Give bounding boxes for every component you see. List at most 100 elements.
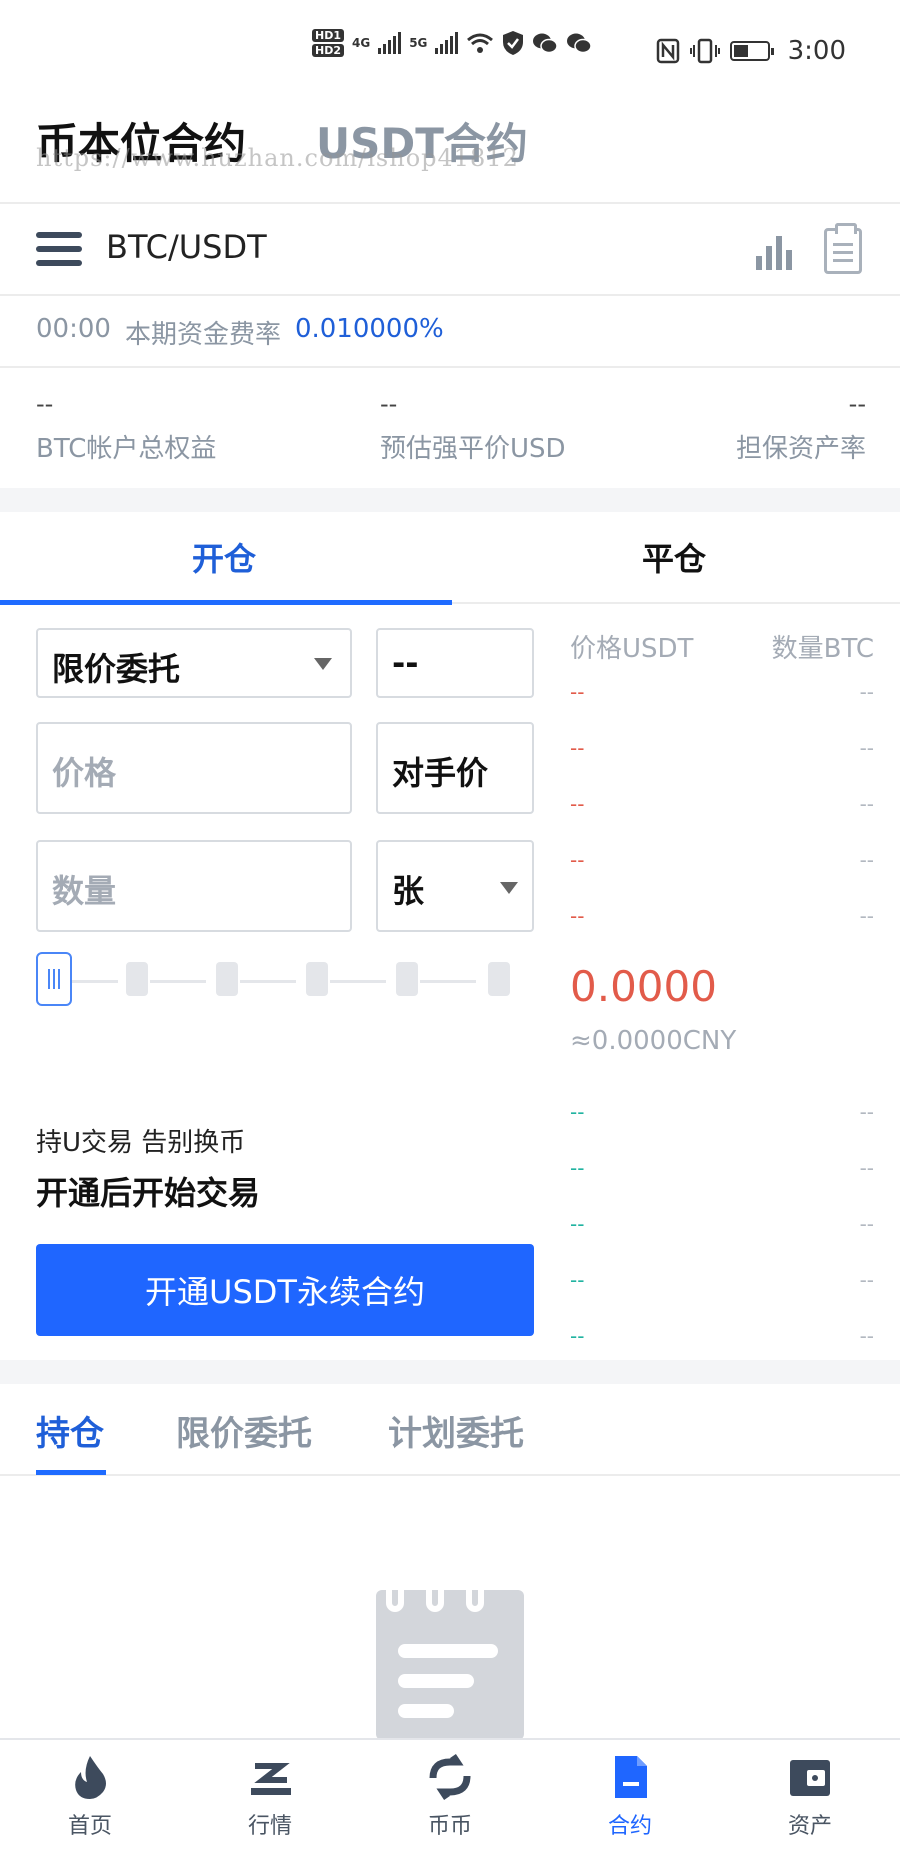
- promo-tagline: 持U交易 告别换币: [36, 1128, 246, 1158]
- ask-row[interactable]: -- --: [570, 848, 874, 872]
- bid-row[interactable]: -- --: [570, 1156, 874, 1180]
- last-price: 0.0000: [570, 962, 717, 1011]
- tab-limit-orders[interactable]: 限价委托: [176, 1406, 312, 1455]
- unit-select[interactable]: 张: [376, 840, 534, 932]
- leverage-field[interactable]: --: [376, 628, 534, 698]
- contract-icon: [615, 1756, 647, 1798]
- nav-home[interactable]: 首页: [30, 1752, 150, 1840]
- flame-icon: [75, 1756, 106, 1799]
- bid-price: --: [570, 1212, 585, 1236]
- stat-label: BTC帐户总权益: [36, 434, 217, 464]
- counter-price-label: 对手价: [392, 754, 489, 792]
- divider: [0, 366, 900, 368]
- section-gap: [0, 1360, 900, 1384]
- stat-label: 预估强平价USD: [380, 434, 566, 464]
- nav-label: 首页: [67, 1814, 112, 1839]
- tab-plan-orders[interactable]: 计划委托: [388, 1406, 524, 1455]
- price-input[interactable]: 价格: [36, 722, 352, 814]
- order-type-select[interactable]: 限价委托: [36, 628, 352, 698]
- price-placeholder: 价格: [52, 754, 117, 792]
- bid-row[interactable]: -- --: [570, 1324, 874, 1348]
- empty-list-icon: [376, 1590, 524, 1740]
- bid-price: --: [570, 1100, 585, 1124]
- nfc-icon: [656, 38, 679, 64]
- symbol-label[interactable]: BTC/USDT: [106, 228, 267, 266]
- bottom-nav: 首页 行情 币币 合约 资产: [0, 1738, 900, 1856]
- tab-close-position[interactable]: 平仓: [642, 534, 706, 580]
- nav-market[interactable]: 行情: [210, 1752, 330, 1840]
- open-usdt-contract-button[interactable]: 开通USDT永续合约: [36, 1244, 534, 1336]
- stat-value: --: [36, 390, 54, 418]
- counter-price-button[interactable]: 对手价: [376, 722, 534, 814]
- bid-qty: --: [859, 1268, 874, 1292]
- ask-qty: --: [859, 848, 874, 872]
- wallet-icon: [790, 1760, 830, 1796]
- slider-step-90[interactable]: [396, 962, 418, 996]
- bid-qty: --: [859, 1212, 874, 1236]
- funding-label: 本期资金费率: [124, 320, 281, 350]
- funding-rate-row: 00:00 本期资金费率 0.010000%: [36, 314, 444, 351]
- exchange-icon: [429, 1754, 471, 1800]
- tab-open-position[interactable]: 开仓: [192, 534, 256, 580]
- slider-step-50[interactable]: [216, 962, 238, 996]
- stat-value: --: [380, 390, 398, 418]
- menu-icon[interactable]: [36, 232, 82, 266]
- slider-step-100[interactable]: [488, 962, 510, 996]
- nav-contract[interactable]: 合约: [570, 1752, 690, 1840]
- bid-row[interactable]: -- --: [570, 1268, 874, 1292]
- ask-price: --: [570, 736, 585, 760]
- clipboard-icon[interactable]: [824, 223, 862, 274]
- slider-track: [420, 980, 476, 983]
- ask-price: --: [570, 792, 585, 816]
- divider: [0, 294, 900, 296]
- stat-margin-ratio: -- 担保资产率: [736, 390, 866, 465]
- nav-assets[interactable]: 资产: [750, 1752, 870, 1840]
- position-tabs: 持仓 限价委托 计划委托: [0, 1384, 900, 1476]
- bid-price: --: [570, 1324, 585, 1348]
- promo-heading: 开通后开始交易: [36, 1174, 261, 1212]
- signal-icon-2: [435, 32, 459, 54]
- trade-direction-tabs: 开仓 平仓: [0, 512, 900, 605]
- account-stats: -- BTC帐户总权益 -- 预估强平价USD -- 担保资产率: [36, 390, 866, 470]
- slider-handle[interactable]: [36, 952, 72, 1006]
- quantity-input[interactable]: 数量: [36, 840, 352, 932]
- ask-row[interactable]: -- --: [570, 736, 874, 760]
- bid-row[interactable]: -- --: [570, 1100, 874, 1124]
- orderbook-qty-header: 数量BTC: [771, 634, 874, 664]
- ask-row[interactable]: -- --: [570, 904, 874, 928]
- symbol-row: BTC/USDT: [0, 204, 900, 294]
- tab-positions[interactable]: 持仓: [36, 1406, 104, 1455]
- battery-icon: [729, 41, 774, 61]
- nav-label: 行情: [247, 1814, 292, 1839]
- ask-price: --: [570, 904, 585, 928]
- slider-step-75[interactable]: [306, 962, 328, 996]
- slider-track: [72, 980, 118, 983]
- bid-row[interactable]: -- --: [570, 1212, 874, 1236]
- network-4g-label: 4G: [352, 36, 371, 50]
- stat-total-equity: -- BTC帐户总权益: [36, 390, 216, 465]
- status-right: 3:00: [656, 36, 846, 66]
- wechat-icon: [533, 33, 559, 54]
- tab-underline: [0, 600, 452, 605]
- bid-qty: --: [859, 1100, 874, 1124]
- tab-underline: [36, 1470, 106, 1475]
- stat-value: --: [848, 390, 866, 418]
- signal-icon: [378, 32, 402, 54]
- nav-label: 资产: [787, 1814, 832, 1839]
- ask-row[interactable]: -- --: [570, 792, 874, 816]
- quantity-placeholder: 数量: [52, 872, 117, 910]
- slider-step-25[interactable]: [126, 962, 148, 996]
- ask-row[interactable]: -- --: [570, 680, 874, 704]
- stat-liquidation-price: -- 预估强平价USD: [380, 390, 566, 465]
- ask-qty: --: [859, 792, 874, 816]
- funding-countdown: 00:00: [36, 314, 111, 344]
- hd2-label: HD2: [312, 44, 344, 57]
- watermark: https://www.huzhan.com/ishop41812: [36, 144, 519, 172]
- bid-price: --: [570, 1268, 585, 1292]
- last-price-cny: ≈0.0000CNY: [570, 1026, 737, 1056]
- nav-spot[interactable]: 币币: [390, 1752, 510, 1840]
- chevron-down-icon: [314, 658, 332, 670]
- bid-qty: --: [859, 1324, 874, 1348]
- status-left: HD1 HD2 4G 5G: [312, 28, 593, 58]
- chart-icon[interactable]: [756, 234, 792, 270]
